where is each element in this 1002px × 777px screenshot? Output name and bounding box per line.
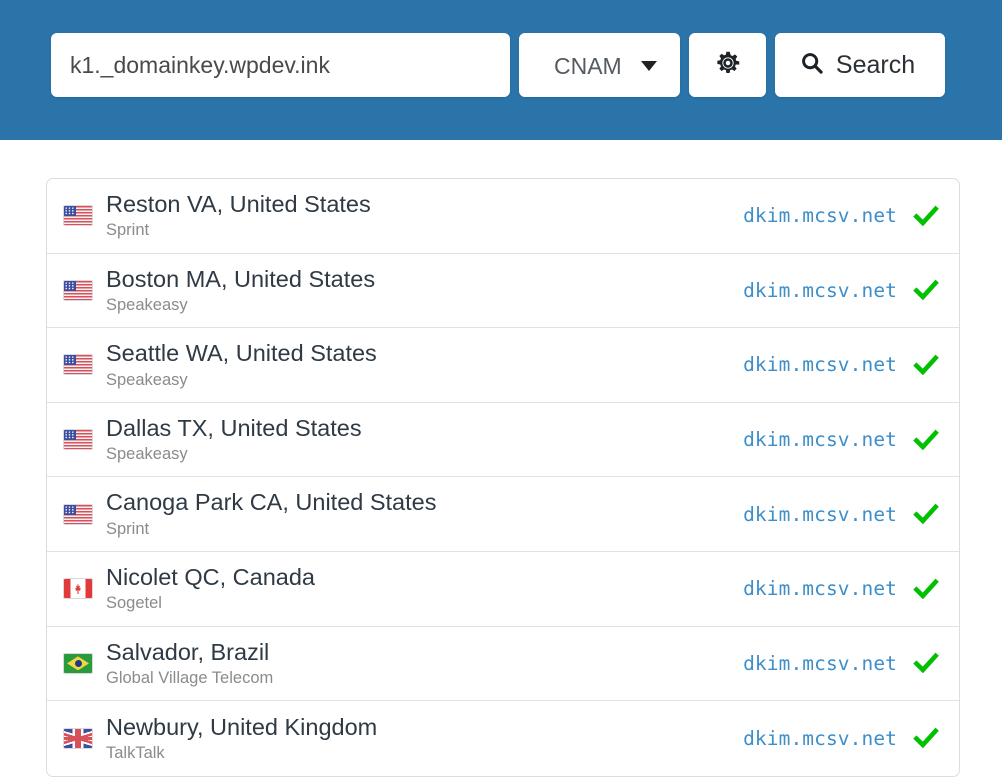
status-check-icon bbox=[913, 352, 939, 378]
row-text: Reston VA, United StatesSprint bbox=[106, 190, 743, 242]
row-result: dkim.mcsv.net bbox=[743, 725, 939, 751]
row-text: Boston MA, United StatesSpeakeasy bbox=[106, 265, 743, 317]
table-row[interactable]: Newbury, United KingdomTalkTalkdkim.mcsv… bbox=[47, 701, 959, 776]
flag-canada-icon bbox=[64, 579, 92, 598]
dns-record-value[interactable]: dkim.mcsv.net bbox=[743, 279, 897, 302]
row-isp: Speakeasy bbox=[106, 369, 743, 391]
row-isp: Sprint bbox=[106, 518, 743, 540]
flag-brazil-icon bbox=[64, 654, 92, 673]
table-row[interactable]: Dallas TX, United StatesSpeakeasydkim.mc… bbox=[47, 403, 959, 478]
row-result: dkim.mcsv.net bbox=[743, 203, 939, 229]
flag-united-states-icon bbox=[64, 281, 92, 300]
status-check-icon bbox=[913, 427, 939, 453]
row-isp: Speakeasy bbox=[106, 294, 743, 316]
search-button-label: Search bbox=[836, 51, 915, 80]
status-check-icon bbox=[913, 725, 939, 751]
chevron-down-icon bbox=[641, 61, 657, 71]
row-location: Dallas TX, United States bbox=[106, 415, 743, 441]
table-row[interactable]: Boston MA, United StatesSpeakeasydkim.mc… bbox=[47, 254, 959, 329]
domain-search-input[interactable] bbox=[51, 33, 510, 97]
gear-icon bbox=[713, 48, 743, 83]
row-isp: Global Village Telecom bbox=[106, 667, 743, 689]
table-row[interactable]: Reston VA, United StatesSprintdkim.mcsv.… bbox=[47, 179, 959, 254]
row-text: Dallas TX, United StatesSpeakeasy bbox=[106, 414, 743, 466]
status-check-icon bbox=[913, 650, 939, 676]
row-isp: Sogetel bbox=[106, 592, 743, 614]
row-location: Reston VA, United States bbox=[106, 191, 743, 217]
status-check-icon bbox=[913, 277, 939, 303]
search-header: CNAME Search bbox=[0, 0, 1002, 140]
flag-united-kingdom-icon bbox=[64, 729, 92, 748]
flag-united-states-icon bbox=[64, 505, 92, 524]
row-result: dkim.mcsv.net bbox=[743, 501, 939, 527]
search-toolbar: CNAME Search bbox=[51, 33, 945, 97]
row-result: dkim.mcsv.net bbox=[743, 576, 939, 602]
flag-united-states-icon bbox=[64, 430, 92, 449]
flag-united-states-icon bbox=[64, 355, 92, 374]
row-isp: Sprint bbox=[106, 219, 743, 241]
row-text: Newbury, United KingdomTalkTalk bbox=[106, 713, 743, 765]
flag-united-states-icon bbox=[64, 206, 92, 225]
row-result: dkim.mcsv.net bbox=[743, 277, 939, 303]
table-row[interactable]: Canoga Park CA, United States Sprintdkim.… bbox=[47, 477, 959, 552]
row-isp: TalkTalk bbox=[106, 742, 743, 764]
record-type-select[interactable]: CNAME bbox=[519, 33, 680, 97]
table-row[interactable]: Salvador, BrazilGlobal Village Telecomdk… bbox=[47, 627, 959, 702]
row-location: Seattle WA, United States bbox=[106, 340, 743, 366]
row-text: Salvador, BrazilGlobal Village Telecom bbox=[106, 638, 743, 690]
table-row[interactable]: Nicolet QC, CanadaSogeteldkim.mcsv.net bbox=[47, 552, 959, 627]
row-isp: Speakeasy bbox=[106, 443, 743, 465]
dns-record-value[interactable]: dkim.mcsv.net bbox=[743, 652, 897, 675]
dns-results-panel: Reston VA, United StatesSprintdkim.mcsv.… bbox=[46, 178, 960, 777]
status-check-icon bbox=[913, 576, 939, 602]
row-result: dkim.mcsv.net bbox=[743, 650, 939, 676]
dns-record-value[interactable]: dkim.mcsv.net bbox=[743, 353, 897, 376]
row-location: Canoga Park CA, United States bbox=[106, 489, 743, 515]
dns-record-value[interactable]: dkim.mcsv.net bbox=[743, 577, 897, 600]
status-check-icon bbox=[913, 501, 939, 527]
record-type-value: CNAME bbox=[554, 53, 620, 80]
row-location: Salvador, Brazil bbox=[106, 639, 743, 665]
row-result: dkim.mcsv.net bbox=[743, 427, 939, 453]
row-text: Nicolet QC, CanadaSogetel bbox=[106, 563, 743, 615]
row-result: dkim.mcsv.net bbox=[743, 352, 939, 378]
status-check-icon bbox=[913, 203, 939, 229]
row-text: Seattle WA, United States Speakeasy bbox=[106, 339, 743, 391]
table-row[interactable]: Seattle WA, United States Speakeasydkim.m… bbox=[47, 328, 959, 403]
dns-record-value[interactable]: dkim.mcsv.net bbox=[743, 428, 897, 451]
search-button[interactable]: Search bbox=[775, 33, 945, 97]
dns-record-value[interactable]: dkim.mcsv.net bbox=[743, 503, 897, 526]
row-location: Boston MA, United States bbox=[106, 266, 743, 292]
row-text: Canoga Park CA, United States Sprint bbox=[106, 488, 743, 540]
row-location: Newbury, United Kingdom bbox=[106, 714, 743, 740]
row-location: Nicolet QC, Canada bbox=[106, 564, 743, 590]
search-icon bbox=[799, 50, 825, 81]
settings-button[interactable] bbox=[689, 33, 766, 97]
dns-record-value[interactable]: dkim.mcsv.net bbox=[743, 727, 897, 750]
dns-record-value[interactable]: dkim.mcsv.net bbox=[743, 204, 897, 227]
